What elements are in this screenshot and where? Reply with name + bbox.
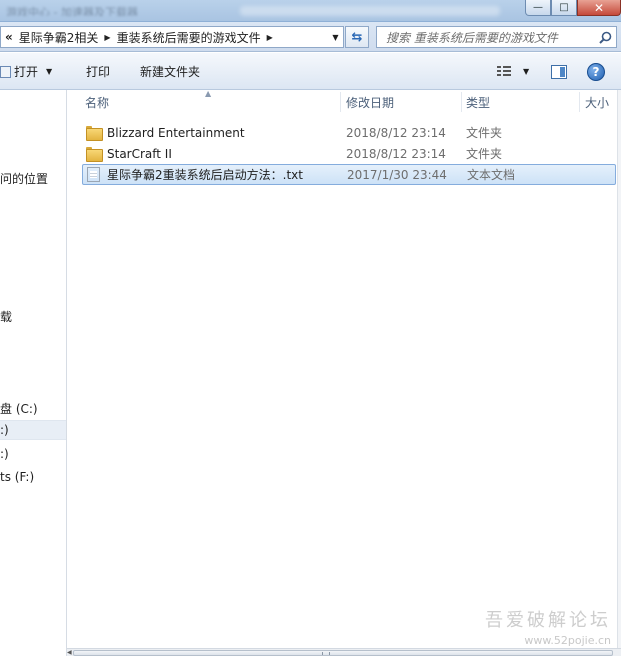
- file-name: Blizzard Entertainment: [107, 125, 245, 140]
- refresh-icon: ⇆: [351, 29, 363, 45]
- breadcrumb-overflow[interactable]: «: [1, 27, 16, 47]
- scrollbar-thumb[interactable]: [73, 650, 613, 656]
- file-date: 2017/1/30 23:44: [347, 167, 447, 182]
- help-button[interactable]: ?: [587, 53, 605, 90]
- breadcrumb-item-2[interactable]: 重装系统后需要的游戏文件: [114, 27, 264, 47]
- nav-item-drive-f[interactable]: ts (F:): [0, 467, 66, 487]
- grip-icon: [322, 652, 330, 655]
- search-icon[interactable]: [594, 31, 616, 44]
- chevron-down-icon: ▼: [46, 67, 53, 76]
- nav-item-drive-e[interactable]: :): [0, 444, 66, 464]
- file-type: 文件夹: [466, 147, 503, 161]
- print-button[interactable]: 打印: [86, 53, 110, 90]
- window-title: 游戏中心 - 加速器及下载器: [6, 6, 138, 16]
- watermark-url: www.52pojie.cn: [524, 634, 611, 647]
- address-row: « 星际争霸2相关 ▶ 重装系统后需要的游戏文件 ▶ ▼ ⇆ 搜索 重装系统后需…: [0, 22, 621, 52]
- text-file-icon: [87, 167, 100, 182]
- chevron-right-icon[interactable]: ▶: [264, 33, 276, 42]
- column-headers: ▲ 名称 修改日期 类型 大小: [68, 89, 621, 114]
- column-header-name[interactable]: 名称: [82, 90, 340, 114]
- file-type: 文件夹: [466, 126, 503, 140]
- chevron-down-icon[interactable]: ▼: [327, 27, 343, 47]
- preview-pane-button[interactable]: [551, 53, 567, 90]
- horizontal-scrollbar[interactable]: ◀: [67, 648, 621, 656]
- list-item[interactable]: StarCraft II 2018/8/12 23:14 文件夹: [82, 143, 616, 164]
- column-divider[interactable]: [579, 92, 580, 112]
- column-header-date[interactable]: 修改日期: [343, 90, 461, 114]
- preview-pane-icon: [551, 64, 567, 79]
- folder-icon: [86, 126, 103, 141]
- nav-item-drive-c[interactable]: 盘 (C:): [0, 398, 66, 418]
- breadcrumb-item-1[interactable]: 星际争霸2相关: [16, 27, 102, 47]
- chevron-right-icon[interactable]: ▶: [101, 33, 113, 42]
- watermark-title: 吾爱破解论坛: [485, 610, 611, 631]
- column-divider[interactable]: [461, 92, 462, 112]
- nav-item-recent-places[interactable]: 问的位置: [0, 168, 66, 188]
- file-date: 2018/8/12 23:14: [346, 125, 446, 140]
- watermark: 吾爱破解论坛 www.52pojie.cn: [485, 606, 611, 647]
- navigation-pane: 问的位置 载 盘 (C:) :) :) ts (F:): [0, 90, 67, 656]
- file-list: ▲ 名称 修改日期 类型 大小 Blizzard Entertainment 2…: [68, 89, 621, 650]
- minimize-button[interactable]: —: [525, 0, 551, 16]
- title-blur-decoration: [240, 6, 500, 16]
- maximize-button[interactable]: □: [551, 0, 577, 16]
- nav-item-drive-d[interactable]: :): [0, 420, 66, 440]
- folder-icon: [86, 147, 103, 162]
- window-controls: — □ ✕: [525, 0, 621, 16]
- command-bar: 打开 ▼ 打印 新建文件夹 ▼ ?: [0, 53, 621, 90]
- column-divider[interactable]: [340, 92, 341, 112]
- open-button[interactable]: 打开 ▼: [0, 53, 52, 90]
- file-date: 2018/8/12 23:14: [346, 146, 446, 161]
- column-header-size[interactable]: 大小: [582, 90, 621, 114]
- column-header-type[interactable]: 类型: [463, 90, 579, 114]
- list-item[interactable]: Blizzard Entertainment 2018/8/12 23:14 文…: [82, 122, 616, 143]
- list-item-selected[interactable]: 星际争霸2重装系统后启动方法：.txt 2017/1/30 23:44 文本文档: [82, 164, 616, 185]
- chevron-down-icon: ▼: [523, 67, 530, 76]
- details-view-icon: [497, 66, 511, 77]
- file-name: 星际争霸2重装系统后启动方法：.txt: [107, 168, 303, 182]
- close-button[interactable]: ✕: [577, 0, 621, 16]
- change-view-button[interactable]: ▼: [497, 53, 529, 90]
- help-icon: ?: [587, 62, 605, 81]
- search-input[interactable]: 搜索 重装系统后需要的游戏文件: [376, 26, 617, 48]
- vertical-scrollbar-edge[interactable]: [617, 90, 621, 648]
- address-bar[interactable]: « 星际争霸2相关 ▶ 重装系统后需要的游戏文件 ▶ ▼: [0, 26, 344, 48]
- file-name: StarCraft II: [107, 146, 172, 161]
- open-icon: [0, 65, 11, 78]
- refresh-button[interactable]: ⇆: [345, 26, 369, 48]
- nav-item-downloads[interactable]: 载: [0, 306, 66, 326]
- file-type: 文本文档: [467, 168, 516, 182]
- search-placeholder: 搜索 重装系统后需要的游戏文件: [386, 30, 558, 45]
- title-bar: 游戏中心 - 加速器及下载器 — □ ✕: [0, 0, 621, 22]
- new-folder-button[interactable]: 新建文件夹: [140, 53, 200, 90]
